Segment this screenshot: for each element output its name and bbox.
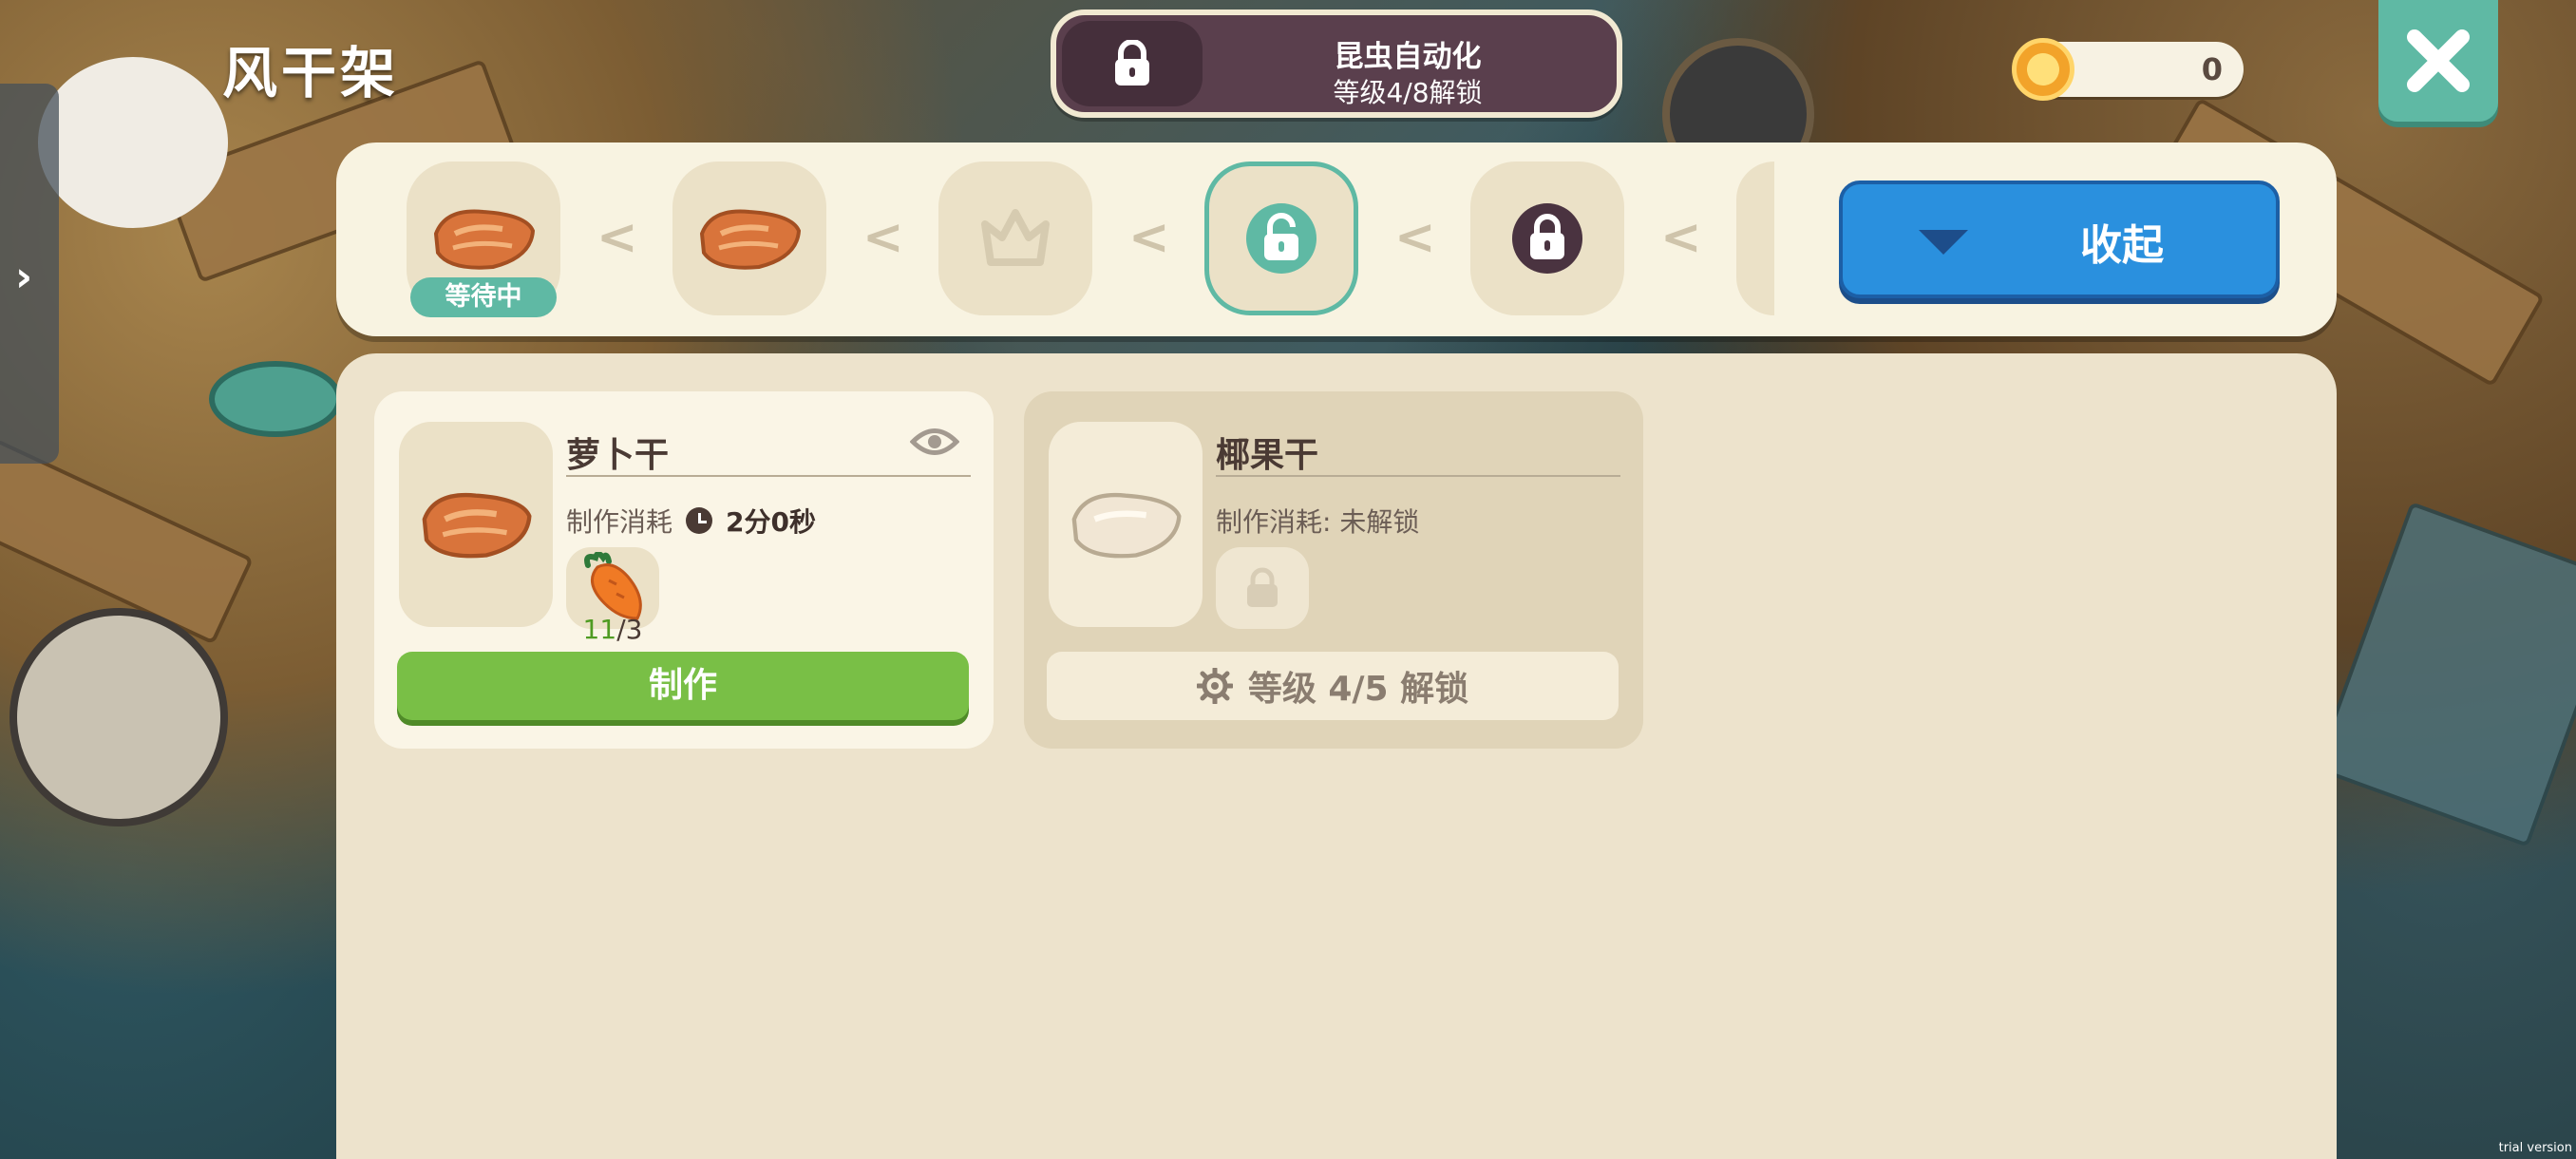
recipe-list-panel: 萝卜干 制作消耗 2分0秒 11/3 制作 椰果干 制作消耗: 未解锁 等级 4… <box>336 353 2337 1159</box>
ingredient-need: /3 <box>616 614 643 645</box>
waiting-badge: 等待中 <box>410 277 557 317</box>
unlock-level-text: 等级4/8解锁 <box>1333 77 1483 108</box>
currency-counter: 0 <box>2012 38 2244 101</box>
locked-ingredient-slot <box>1216 547 1309 629</box>
unlock-feature-name: 昆虫自动化 <box>1334 40 1482 74</box>
recipe-name: 椰果干 <box>1216 436 1319 475</box>
triangle-down-icon <box>1919 230 1968 255</box>
recipe-thumbnail <box>1049 422 1203 627</box>
recipe-card-dried-radish[interactable]: 萝卜干 制作消耗 2分0秒 11/3 制作 <box>374 391 994 749</box>
clock-icon <box>686 507 713 534</box>
cost-label: 制作消耗: 未解锁 <box>1216 506 1420 538</box>
dried-radish-icon <box>422 492 532 559</box>
recipe-chain-panel: 等待中 < < < < < 收起 <box>336 142 2337 336</box>
lock-icon <box>1512 203 1582 274</box>
collapse-button[interactable]: 收起 <box>1839 180 2280 298</box>
chain-slot-dried-radish[interactable] <box>672 162 826 315</box>
divider <box>566 475 971 477</box>
lock-icon <box>1247 567 1278 607</box>
close-button[interactable] <box>2378 0 2498 122</box>
currency-value: 0 <box>2201 51 2223 87</box>
craft-time: 2分0秒 <box>726 506 816 538</box>
dried-radish-icon <box>699 209 802 270</box>
watermark: trial version <box>2498 1141 2572 1155</box>
chain-arrow: < <box>597 209 638 266</box>
crown-icon <box>981 209 1050 266</box>
divider <box>1216 475 1620 477</box>
recipe-cost-row: 制作消耗: 未解锁 <box>1216 502 1419 540</box>
dried-radish-icon <box>433 209 536 270</box>
dried-coconut-icon <box>1071 492 1182 559</box>
gear-icon <box>1196 668 1233 704</box>
chevron-right-icon: › <box>15 253 33 301</box>
recipe-cost-row: 制作消耗 2分0秒 <box>566 502 816 540</box>
recipe-thumbnail <box>399 422 553 627</box>
chain-slot-dried-radish-waiting[interactable]: 等待中 <box>407 162 560 317</box>
close-icon <box>2407 29 2470 92</box>
level-requirement-text: 等级 4/5 解锁 <box>1247 670 1469 709</box>
collapse-button-label: 收起 <box>2080 221 2164 270</box>
chain-slot-locked[interactable] <box>1470 162 1624 315</box>
chain-arrow: < <box>1394 209 1436 266</box>
chain-slot-empty[interactable] <box>938 162 1092 315</box>
cost-label: 制作消耗 <box>566 506 673 538</box>
recipe-name: 萝卜干 <box>566 436 670 475</box>
chain-slot-unlocked[interactable] <box>1204 162 1358 315</box>
page-title: 风干架 <box>222 41 400 105</box>
chain-slot-partial[interactable] <box>1736 162 1774 315</box>
coin-icon <box>2012 38 2074 101</box>
unlocked-lock-icon <box>1246 203 1316 274</box>
ingredient-have: 11 <box>582 614 617 645</box>
side-drawer-toggle[interactable]: › <box>0 84 59 464</box>
craft-button[interactable]: 制作 <box>397 652 969 720</box>
unlock-requirement-banner[interactable]: 昆虫自动化 等级4/8解锁 <box>1051 10 1622 118</box>
ingredient-count: 11/3 <box>566 614 659 645</box>
chain-arrow: < <box>1660 209 1702 266</box>
recipe-card-dried-coconut[interactable]: 椰果干 制作消耗: 未解锁 等级 4/5 解锁 <box>1024 391 1643 749</box>
eye-icon[interactable] <box>909 426 960 462</box>
chain-arrow: < <box>1128 209 1170 266</box>
level-requirement: 等级 4/5 解锁 <box>1047 652 1619 720</box>
chain-arrow: < <box>862 209 904 266</box>
lock-icon <box>1062 21 1203 106</box>
